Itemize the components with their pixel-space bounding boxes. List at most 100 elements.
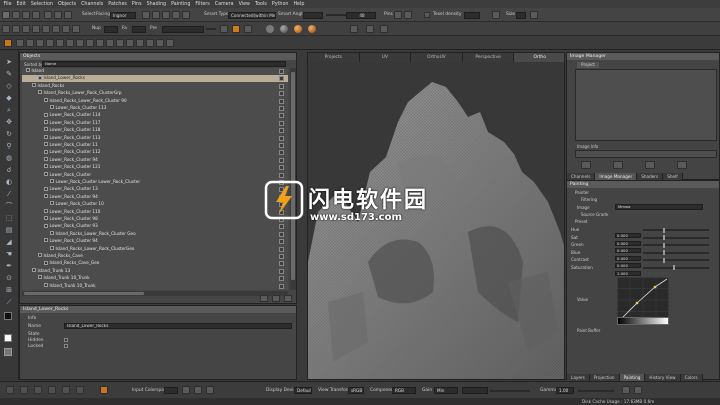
menu-item-filters[interactable]: Filters	[193, 2, 212, 7]
tree-row[interactable]: Lower_Rock_Cluster 94	[22, 194, 288, 201]
menu-item-patches[interactable]: Patches	[106, 2, 130, 7]
expand-toggle-icon[interactable]	[44, 208, 48, 213]
transform-tool-icon[interactable]: ⬚	[4, 214, 14, 222]
menu-item-view[interactable]: View	[236, 2, 252, 7]
shelf-d-icon[interactable]	[46, 39, 54, 47]
input-colorspace-field[interactable]	[164, 386, 178, 394]
visibility-checkbox[interactable]	[279, 113, 284, 119]
pin-icon[interactable]	[244, 25, 252, 33]
opacity-field[interactable]	[104, 25, 118, 33]
angle-slider-track[interactable]	[326, 14, 346, 16]
menu-item-selection[interactable]: Selection	[28, 2, 55, 7]
component-dropdown[interactable]: RGB	[392, 386, 416, 394]
expand-toggle-icon[interactable]	[44, 112, 48, 117]
tree-row[interactable]: Island_Rocks_Lower_Rock_ClusterGrp	[22, 90, 288, 97]
shelf-k-icon[interactable]	[116, 39, 124, 47]
colorspace-toggle-icon[interactable]	[182, 386, 190, 394]
grow-icon[interactable]	[142, 11, 150, 19]
name-field[interactable]: Island_Lower_Rocks	[64, 323, 292, 329]
shelf-i-icon[interactable]	[96, 39, 104, 47]
painting-tab[interactable]: Layers	[567, 374, 590, 381]
viewport-tab-projects[interactable]: Projects	[308, 53, 360, 62]
brush-icon[interactable]	[2, 25, 10, 33]
shelf-paint-icon[interactable]	[4, 39, 12, 47]
visibility-checkbox[interactable]	[279, 283, 284, 289]
expand-toggle-icon[interactable]	[44, 127, 48, 132]
grade-row-slider[interactable]	[643, 266, 709, 269]
visibility-checkbox[interactable]	[279, 239, 284, 245]
expand-toggle-icon[interactable]	[50, 179, 54, 184]
visibility-checkbox[interactable]	[279, 135, 284, 141]
tree-horizontal-scrollbar[interactable]	[22, 291, 288, 296]
fill-tool-icon[interactable]: ◆	[4, 94, 14, 102]
face-select-icon[interactable]	[44, 11, 52, 19]
tree-row[interactable]: Island_Trunk 10_Trunk	[22, 275, 288, 282]
tree-row[interactable]: Lower_Rock_Cluster 118	[22, 127, 288, 134]
sphere-flat-icon[interactable]	[266, 25, 274, 33]
tree-row[interactable]: Island_Trunk 10_Trunk	[22, 283, 288, 290]
rotate-icon[interactable]	[380, 25, 388, 33]
image-manager-tab[interactable]: Image Manager	[595, 173, 638, 180]
visibility-checkbox[interactable]	[279, 276, 284, 282]
expand-toggle-icon[interactable]	[50, 245, 54, 250]
shelf-a-icon[interactable]	[16, 39, 24, 47]
shelf-h-icon[interactable]	[86, 39, 94, 47]
sphere-orange2-icon[interactable]	[308, 25, 316, 33]
grade-row-slider[interactable]	[643, 244, 709, 246]
save-image-icon[interactable]	[645, 161, 655, 169]
expand-toggle-icon[interactable]	[44, 194, 48, 199]
uv-select-icon[interactable]	[182, 11, 190, 19]
tree-row[interactable]: Lower_Rock_Cluster 114	[22, 112, 288, 119]
rotate-tool-icon[interactable]: ↻	[4, 130, 14, 138]
tree-row[interactable]: Lower_Rock_Cluster 113	[22, 105, 288, 112]
new-image-icon[interactable]	[581, 161, 591, 169]
checker-icon[interactable]	[492, 11, 500, 19]
grid-icon[interactable]	[350, 25, 358, 33]
smart-angle-field[interactable]	[303, 11, 323, 19]
tree-row[interactable]: Lower_Rock_Cluster 121	[22, 164, 288, 171]
visibility-checkbox[interactable]	[279, 150, 284, 156]
shelf-o-icon[interactable]	[156, 39, 164, 47]
tree-row[interactable]: Island_Lower_Rocks	[22, 75, 288, 83]
grade-row-slider[interactable]	[643, 229, 709, 231]
image-dropdown[interactable]: Mmwa	[615, 204, 703, 210]
horizontal-scroll-thumb[interactable]	[24, 292, 144, 295]
shelf-c-icon[interactable]	[36, 39, 44, 47]
zoom-view-icon[interactable]	[62, 386, 70, 394]
blur-tool-icon[interactable]: ◍	[4, 154, 14, 162]
display-device-dropdown[interactable]: Default	[294, 386, 312, 394]
expand-toggle-icon[interactable]	[44, 97, 48, 102]
zoom-tool-icon[interactable]: ⌕	[4, 106, 14, 114]
gain-value-field[interactable]	[462, 386, 488, 394]
delete-object-icon[interactable]	[284, 295, 292, 302]
tree-row[interactable]: Lower_Rock_Cluster 10	[22, 201, 288, 208]
symmetry-icon[interactable]	[220, 25, 228, 33]
shelf-m-icon[interactable]	[136, 39, 144, 47]
shelf-e-icon[interactable]	[56, 39, 64, 47]
image-manager-tab[interactable]: Channels	[567, 173, 596, 180]
grade-row-slider[interactable]	[643, 259, 709, 261]
shelf-g-icon[interactable]	[76, 39, 84, 47]
pins-toggle-icon[interactable]	[394, 11, 402, 19]
pins-select-icon[interactable]	[404, 11, 412, 19]
menu-item-tools[interactable]: Tools	[252, 2, 269, 7]
shelf-j-icon[interactable]	[106, 39, 114, 47]
menu-item-pins[interactable]: Pins	[129, 2, 144, 7]
gain-slider[interactable]	[490, 390, 530, 392]
arrow-tool-icon[interactable]: ➤	[4, 58, 14, 66]
grade-row-slider[interactable]	[643, 251, 709, 254]
tree-row[interactable]: Island_Rocks_Lower_Rock_ClusterGeo	[22, 246, 288, 253]
expand-toggle-icon[interactable]	[50, 231, 54, 236]
grade-row-slider-knob[interactable]	[662, 235, 665, 240]
expand-toggle-icon[interactable]	[44, 260, 48, 265]
grade-row-slider-knob[interactable]	[662, 242, 665, 248]
expand-toggle-icon[interactable]	[32, 268, 36, 273]
visibility-checkbox[interactable]	[279, 165, 284, 171]
visibility-checkbox[interactable]	[279, 261, 284, 267]
tree-row[interactable]: Island	[22, 68, 288, 75]
smear-tool-icon[interactable]: ☌	[4, 166, 14, 174]
expand-toggle-icon[interactable]	[44, 149, 48, 154]
jitter-icon[interactable]	[72, 25, 80, 33]
texel-density-field[interactable]	[464, 11, 480, 19]
visibility-checkbox[interactable]	[279, 268, 284, 274]
